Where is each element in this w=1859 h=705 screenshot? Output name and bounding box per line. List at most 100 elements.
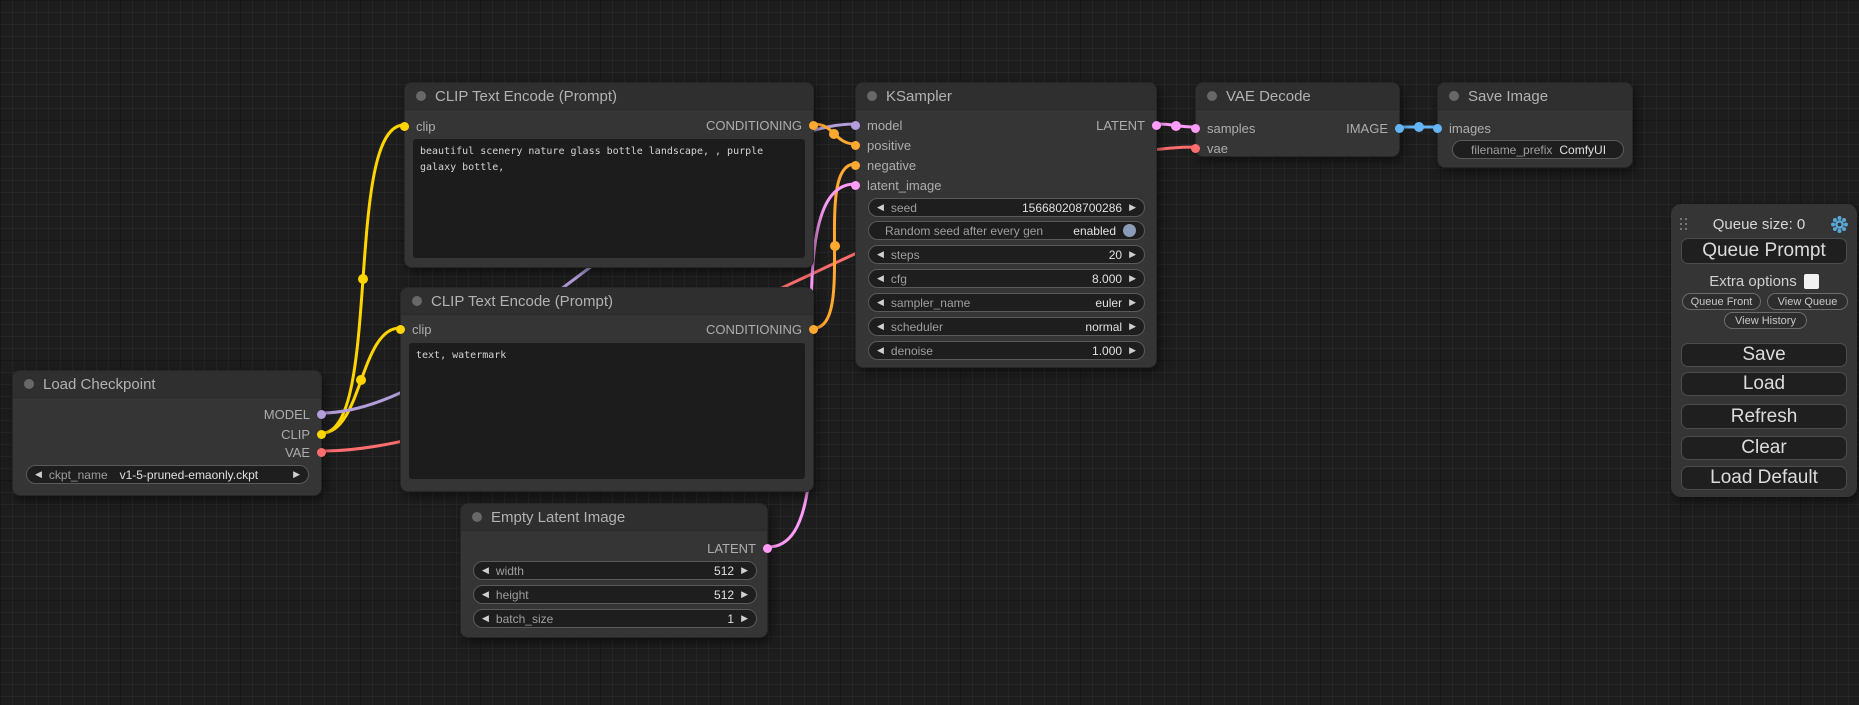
output-slot-conditioning[interactable]: CONDITIONING xyxy=(706,117,818,133)
collapse-dot-icon[interactable] xyxy=(412,296,422,306)
node-title-bar[interactable]: VAE Decode xyxy=(1196,83,1399,110)
next-arrow-icon[interactable]: ▶ xyxy=(741,614,748,623)
next-arrow-icon[interactable]: ▶ xyxy=(1129,322,1136,331)
input-slot-images[interactable]: images xyxy=(1433,120,1491,136)
node-load-checkpoint[interactable]: Load Checkpoint MODEL CLIP VAE ◀ ckpt_na… xyxy=(12,370,322,496)
clip-port-icon[interactable] xyxy=(396,325,405,334)
prev-arrow-icon[interactable]: ◀ xyxy=(482,614,489,623)
prev-arrow-icon[interactable]: ◀ xyxy=(482,590,489,599)
collapse-dot-icon[interactable] xyxy=(416,91,426,101)
ckpt-name-widget[interactable]: ◀ ckpt_name v1-5-pruned-emaonly.ckpt ▶ xyxy=(26,465,309,484)
prompt-textarea[interactable]: text, watermark xyxy=(409,343,805,479)
input-slot-negative[interactable]: negative xyxy=(851,157,916,173)
conditioning-port-icon[interactable] xyxy=(851,161,860,170)
prev-arrow-icon[interactable]: ◀ xyxy=(877,346,884,355)
next-arrow-icon[interactable]: ▶ xyxy=(1129,298,1136,307)
toggle-icon[interactable] xyxy=(1123,224,1136,237)
clear-button[interactable]: Clear xyxy=(1681,436,1847,460)
width-widget[interactable]: ◀ width 512 ▶ xyxy=(473,561,757,580)
node-save-image[interactable]: Save Image images filename_prefix ComfyU… xyxy=(1437,82,1633,168)
denoise-widget[interactable]: ◀ denoise 1.000 ▶ xyxy=(868,341,1145,360)
scheduler-widget[interactable]: ◀ scheduler normal ▶ xyxy=(868,317,1145,336)
output-slot-latent[interactable]: LATENT xyxy=(1096,117,1161,133)
input-slot-clip[interactable]: clip xyxy=(396,321,432,337)
prev-arrow-icon[interactable]: ◀ xyxy=(877,298,884,307)
model-port-icon[interactable] xyxy=(317,410,326,419)
random-seed-widget[interactable]: Random seed after every gen enabled xyxy=(868,221,1145,240)
node-title-bar[interactable]: CLIP Text Encode (Prompt) xyxy=(405,83,813,110)
next-arrow-icon[interactable]: ▶ xyxy=(293,470,300,479)
collapse-dot-icon[interactable] xyxy=(1207,91,1217,101)
prev-arrow-icon[interactable]: ◀ xyxy=(877,250,884,259)
cfg-widget[interactable]: ◀ cfg 8.000 ▶ xyxy=(868,269,1145,288)
refresh-button[interactable]: Refresh xyxy=(1681,404,1847,429)
extra-options-checkbox[interactable] xyxy=(1804,274,1819,289)
node-title-bar[interactable]: KSampler xyxy=(856,83,1156,110)
load-button[interactable]: Load xyxy=(1681,372,1847,396)
output-slot-conditioning[interactable]: CONDITIONING xyxy=(706,321,818,337)
latent-port-icon[interactable] xyxy=(851,181,860,190)
input-slot-samples[interactable]: samples xyxy=(1191,120,1255,136)
view-history-button[interactable]: View History xyxy=(1724,312,1807,329)
sampler-name-widget[interactable]: ◀ sampler_name euler ▶ xyxy=(868,293,1145,312)
next-arrow-icon[interactable]: ▶ xyxy=(1129,346,1136,355)
save-button[interactable]: Save xyxy=(1681,343,1847,367)
output-slot-vae[interactable]: VAE xyxy=(285,444,326,460)
prev-arrow-icon[interactable]: ◀ xyxy=(877,203,884,212)
view-queue-button[interactable]: View Queue xyxy=(1767,293,1848,310)
collapse-dot-icon[interactable] xyxy=(24,379,34,389)
latent-port-icon[interactable] xyxy=(763,544,772,553)
prompt-textarea[interactable]: beautiful scenery nature glass bottle la… xyxy=(413,139,805,258)
node-vae-decode[interactable]: VAE Decode samples vae IMAGE xyxy=(1195,82,1400,157)
prev-arrow-icon[interactable]: ◀ xyxy=(877,274,884,283)
latent-port-icon[interactable] xyxy=(1191,124,1200,133)
next-arrow-icon[interactable]: ▶ xyxy=(1129,250,1136,259)
image-port-icon[interactable] xyxy=(1395,124,1404,133)
prev-arrow-icon[interactable]: ◀ xyxy=(877,322,884,331)
node-title-bar[interactable]: Save Image xyxy=(1438,83,1632,110)
collapse-dot-icon[interactable] xyxy=(472,512,482,522)
node-title-bar[interactable]: Load Checkpoint xyxy=(13,371,321,398)
prev-arrow-icon[interactable]: ◀ xyxy=(35,470,42,479)
latent-port-icon[interactable] xyxy=(1152,121,1161,130)
conditioning-port-icon[interactable] xyxy=(851,141,860,150)
model-port-icon[interactable] xyxy=(851,121,860,130)
clip-port-icon[interactable] xyxy=(317,430,326,439)
settings-gear-icon[interactable] xyxy=(1830,215,1849,234)
clip-port-icon[interactable] xyxy=(400,122,409,131)
seed-widget[interactable]: ◀ seed 156680208700286 ▶ xyxy=(868,198,1145,217)
node-clip-text-encode-positive[interactable]: CLIP Text Encode (Prompt) clip CONDITION… xyxy=(404,82,814,268)
node-clip-text-encode-negative[interactable]: CLIP Text Encode (Prompt) clip CONDITION… xyxy=(400,287,814,492)
steps-widget[interactable]: ◀ steps 20 ▶ xyxy=(868,245,1145,264)
drag-handle-icon[interactable] xyxy=(1680,218,1688,231)
batch-size-widget[interactable]: ◀ batch_size 1 ▶ xyxy=(473,609,757,628)
node-ksampler[interactable]: KSampler model positive negative latent_… xyxy=(855,82,1157,368)
height-widget[interactable]: ◀ height 512 ▶ xyxy=(473,585,757,604)
node-graph-canvas[interactable]: Load Checkpoint MODEL CLIP VAE ◀ ckpt_na… xyxy=(0,0,1859,705)
queue-prompt-button[interactable]: Queue Prompt xyxy=(1681,238,1847,264)
vae-port-icon[interactable] xyxy=(317,448,326,457)
next-arrow-icon[interactable]: ▶ xyxy=(741,566,748,575)
input-slot-vae[interactable]: vae xyxy=(1191,140,1228,156)
filename-prefix-widget[interactable]: filename_prefix ComfyUI xyxy=(1452,140,1624,159)
image-port-icon[interactable] xyxy=(1433,124,1442,133)
node-empty-latent-image[interactable]: Empty Latent Image LATENT ◀ width 512 ▶ … xyxy=(460,503,768,638)
load-default-button[interactable]: Load Default xyxy=(1681,466,1847,490)
next-arrow-icon[interactable]: ▶ xyxy=(1129,274,1136,283)
next-arrow-icon[interactable]: ▶ xyxy=(741,590,748,599)
next-arrow-icon[interactable]: ▶ xyxy=(1129,203,1136,212)
input-slot-model[interactable]: model xyxy=(851,117,902,133)
prev-arrow-icon[interactable]: ◀ xyxy=(482,566,489,575)
collapse-dot-icon[interactable] xyxy=(1449,91,1459,101)
input-slot-positive[interactable]: positive xyxy=(851,137,911,153)
conditioning-port-icon[interactable] xyxy=(809,325,818,334)
output-slot-clip[interactable]: CLIP xyxy=(281,426,326,442)
queue-front-button[interactable]: Queue Front xyxy=(1682,293,1761,310)
output-slot-model[interactable]: MODEL xyxy=(264,406,326,422)
collapse-dot-icon[interactable] xyxy=(867,91,877,101)
vae-port-icon[interactable] xyxy=(1191,144,1200,153)
node-title-bar[interactable]: CLIP Text Encode (Prompt) xyxy=(401,288,813,315)
node-title-bar[interactable]: Empty Latent Image xyxy=(461,504,767,531)
output-slot-image[interactable]: IMAGE xyxy=(1346,120,1404,136)
conditioning-port-icon[interactable] xyxy=(809,121,818,130)
